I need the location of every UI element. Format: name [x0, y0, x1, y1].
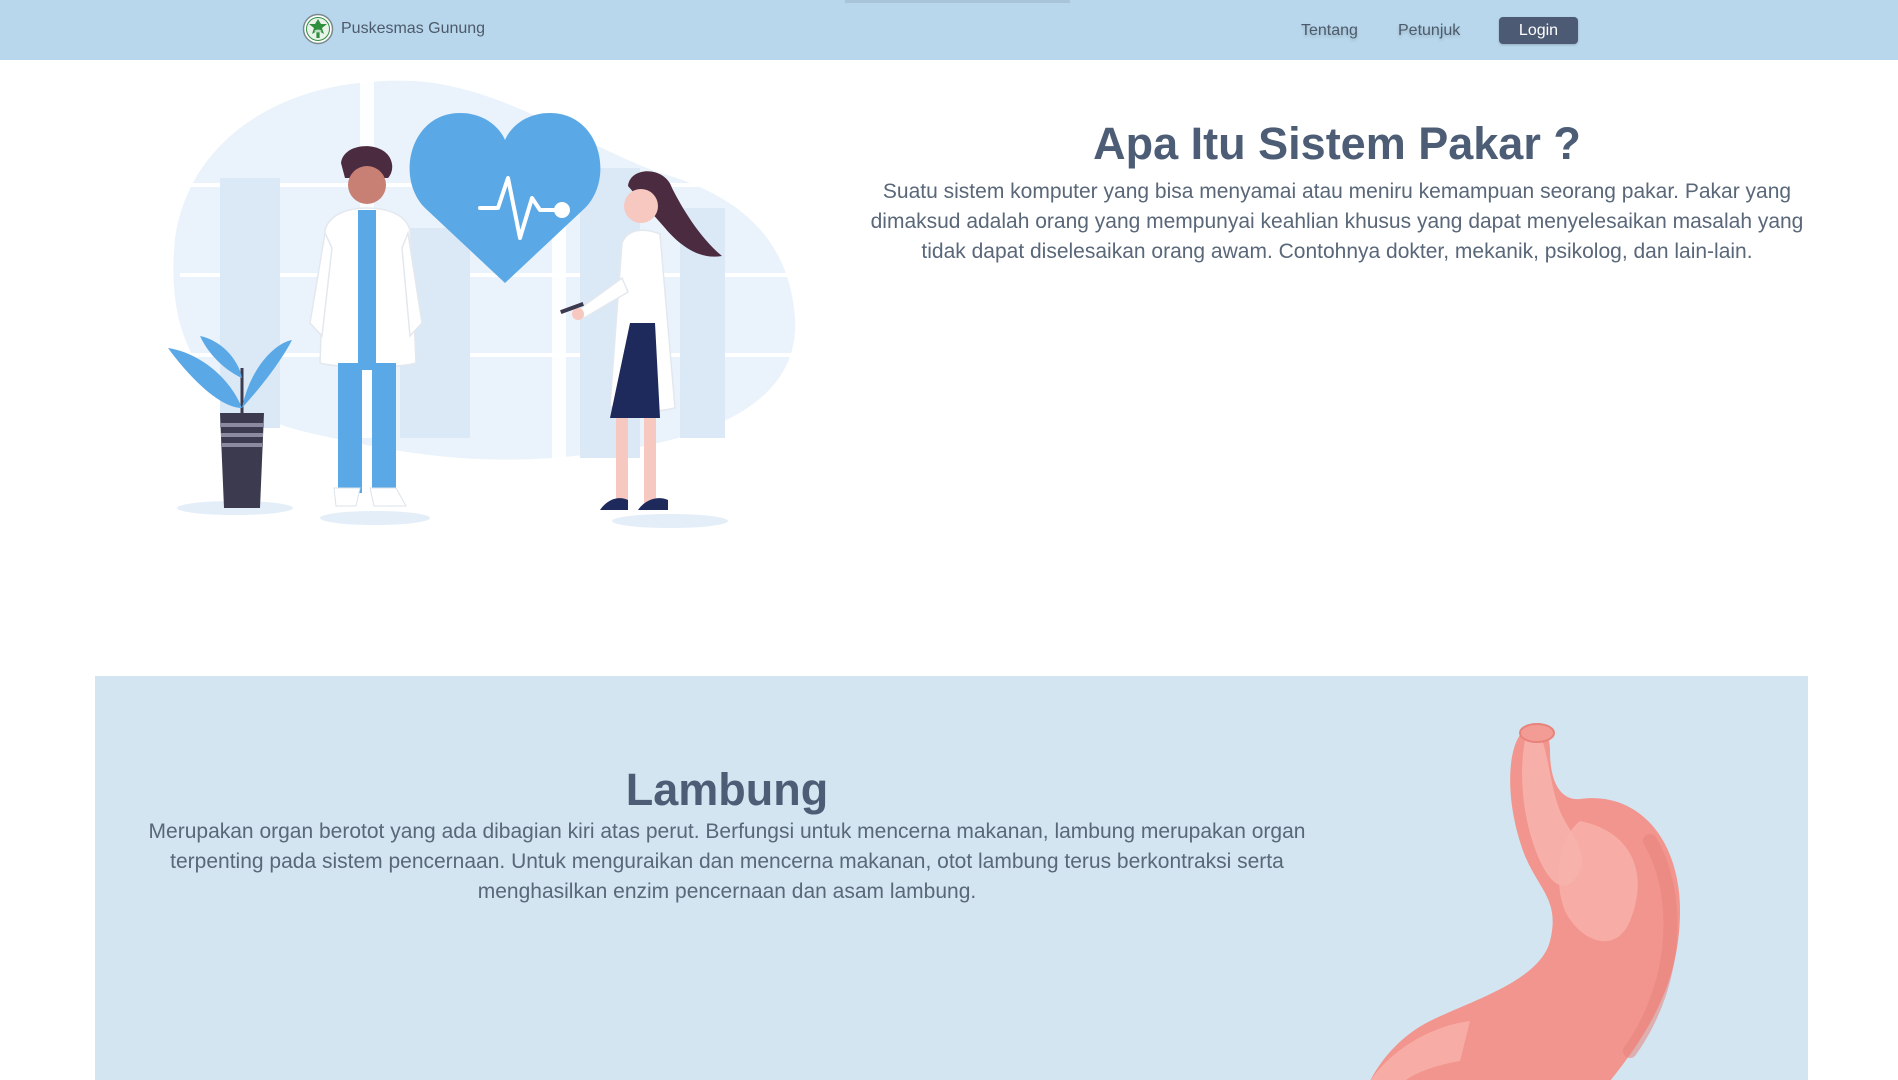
puskesmas-logo-icon: [302, 13, 334, 45]
login-button[interactable]: Login: [1499, 17, 1578, 44]
brand-link[interactable]: Puskesmas Gunung: [302, 9, 485, 49]
organ-title: Lambung: [625, 764, 829, 815]
organ-info-section: Lambung Merupakan organ berotot yang ada…: [95, 676, 1808, 1080]
navbar: Puskesmas Gunung Tentang Petunjuk Login: [0, 0, 1898, 60]
nav-link-tentang[interactable]: Tentang: [1301, 22, 1358, 40]
brand-name: Puskesmas Gunung: [341, 20, 486, 37]
organ-description: Merupakan organ berotot yang ada dibagia…: [148, 820, 1306, 903]
stomach-illustration: [1370, 723, 1680, 1080]
hero-description: Suatu sistem komputer yang bisa menyamai…: [870, 180, 1804, 263]
nav-link-petunjuk[interactable]: Petunjuk: [1398, 22, 1460, 40]
hero-title: Apa Itu Sistem Pakar ?: [1093, 118, 1581, 169]
navbar-top-strip: [845, 0, 1070, 3]
doctors-illustration: [168, 78, 800, 528]
